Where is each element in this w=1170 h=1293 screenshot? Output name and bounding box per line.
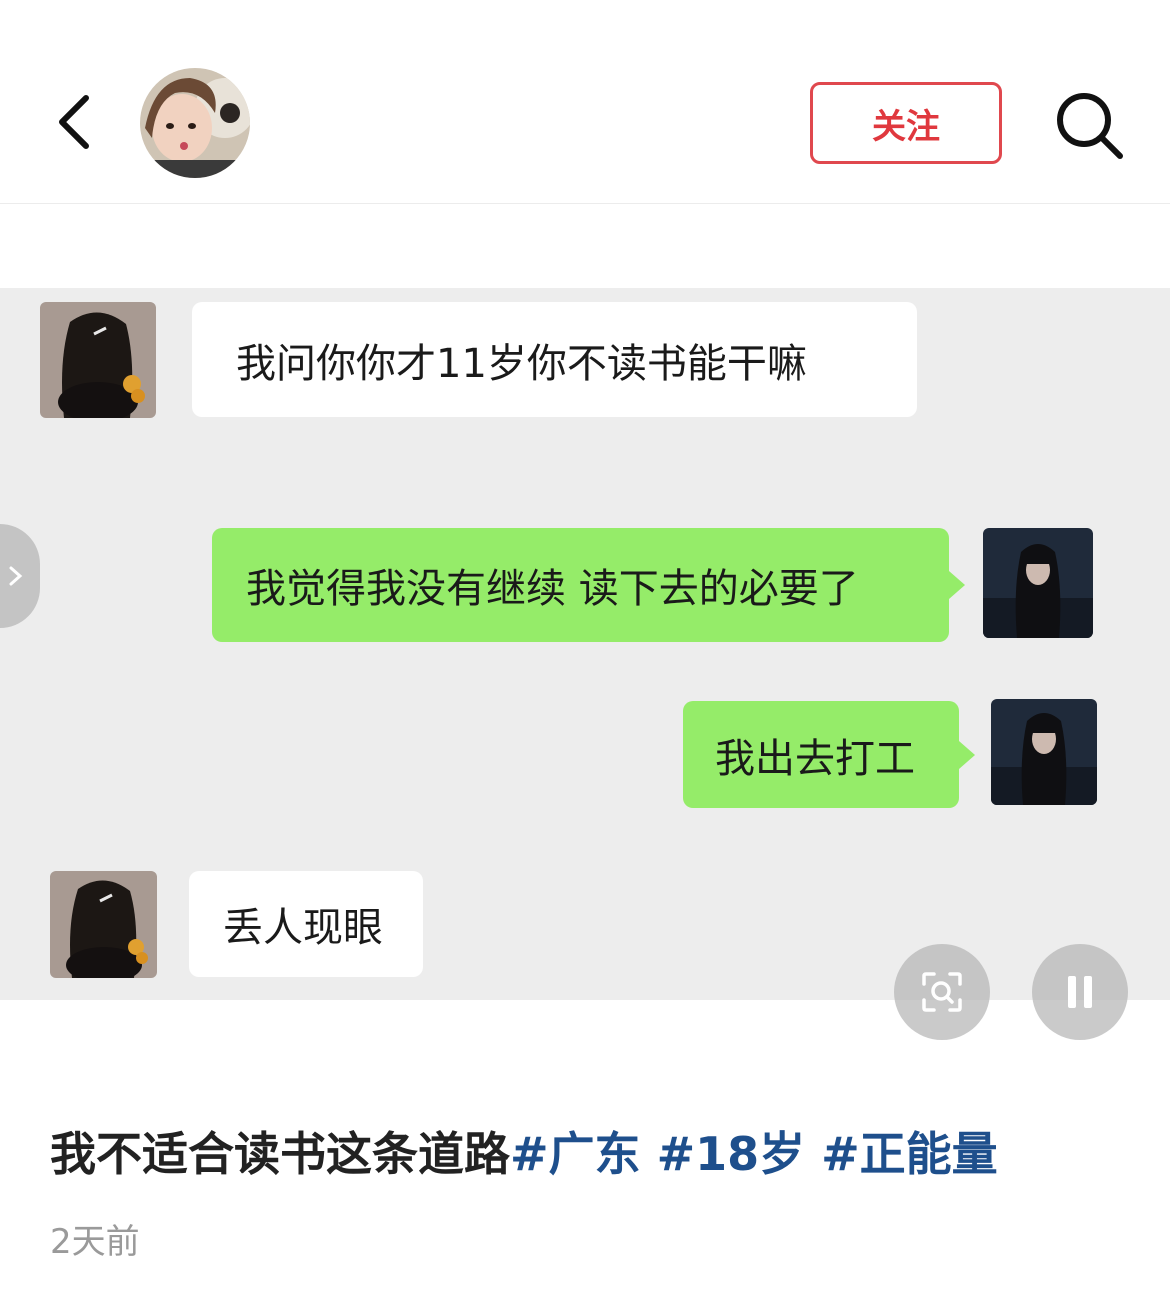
- hashtag-link[interactable]: #18岁: [657, 1127, 806, 1181]
- message-text: 我觉得我没有继续 读下去的必要了: [246, 566, 859, 612]
- follow-button[interactable]: 关注: [810, 82, 1002, 164]
- message-text: 我出去打工: [715, 735, 915, 782]
- chevron-left-icon: [59, 95, 89, 149]
- caption-text: 我不适合读书这条道路: [50, 1127, 510, 1181]
- image-search-icon: [922, 972, 962, 1012]
- post-timestamp: 2天前: [50, 1222, 140, 1262]
- user-avatar: [983, 528, 1093, 638]
- search-button[interactable]: [1052, 88, 1128, 164]
- friend-avatar: [40, 302, 156, 418]
- search-icon: [1057, 93, 1123, 159]
- user-avatar: [991, 699, 1097, 805]
- post-caption: 我不适合读书这条道路#广东 #18岁 #正能量: [50, 1118, 998, 1184]
- image-search-button[interactable]: [894, 944, 990, 1040]
- friend-avatar: [50, 871, 157, 978]
- pause-icon: [1068, 976, 1092, 1008]
- post-image[interactable]: 我问你你才11岁你不读书能干嘛 我觉得我没有继续 读下去的必要了 我出去打工 丢…: [0, 288, 1170, 1040]
- message-text: 丢人现眼: [223, 905, 383, 951]
- message-bubble: 我问你你才11岁你不读书能干嘛: [192, 302, 917, 417]
- message-bubble: 我出去打工: [683, 701, 975, 808]
- hashtag-link[interactable]: #广东: [510, 1127, 641, 1181]
- hashtag-link[interactable]: #正能量: [821, 1127, 998, 1181]
- chevron-right-icon: [9, 566, 23, 586]
- side-drawer-tab[interactable]: [0, 524, 40, 628]
- top-bar: 关注: [0, 0, 1170, 204]
- author-avatar[interactable]: [140, 68, 250, 178]
- message-bubble: 丢人现眼: [189, 871, 423, 977]
- back-button[interactable]: [52, 90, 104, 160]
- message-bubble: 我觉得我没有继续 读下去的必要了: [212, 528, 965, 642]
- pause-button[interactable]: [1032, 944, 1128, 1040]
- message-text: 我问你你才11岁你不读书能干嘛: [236, 340, 807, 387]
